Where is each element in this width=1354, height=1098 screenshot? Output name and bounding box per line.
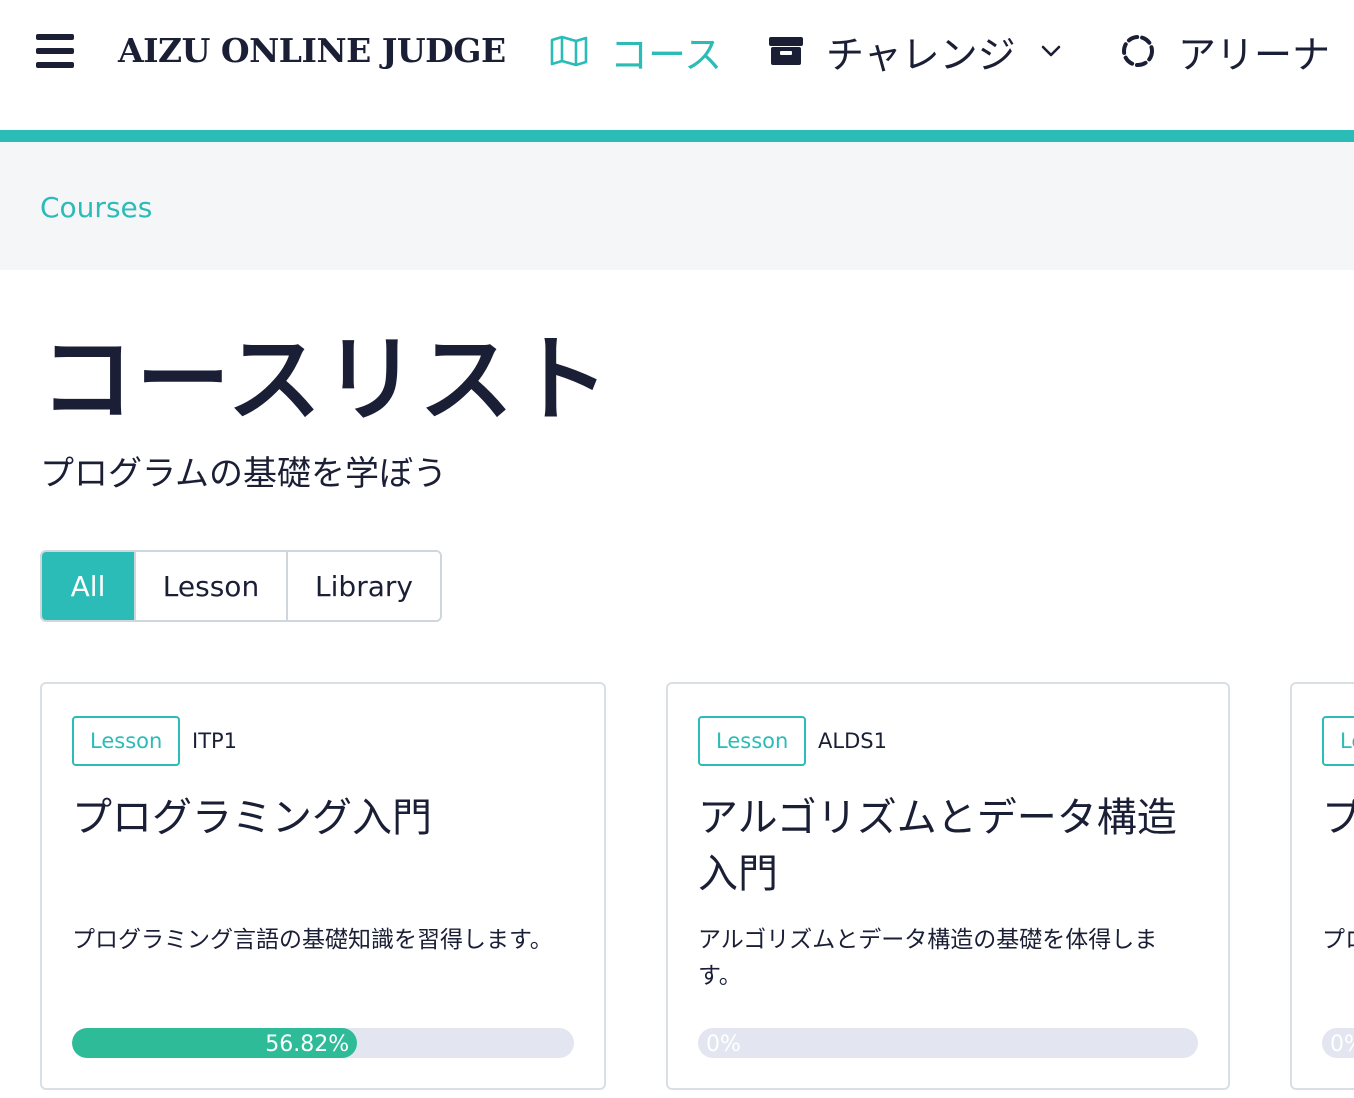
course-filter: All Lesson Library [40, 550, 442, 622]
progress-label: 56.82% [265, 1032, 350, 1057]
course-card[interactable]: Lesson ALDS1 アルゴリズムとデータ構造入門 アルゴリズムとデータ構造… [666, 682, 1230, 1090]
brand-logo[interactable]: AIZU ONLINE JUDGE [118, 28, 506, 74]
navbar-accent-bar [0, 130, 1354, 142]
filter-lesson[interactable]: Lesson [136, 552, 288, 620]
nav-item-courses[interactable]: コース [550, 26, 723, 77]
course-title[interactable]: プ [1322, 790, 1354, 846]
page-title: コースリスト [40, 326, 612, 435]
nav-item-label: チャレンジ [826, 32, 1016, 77]
course-type-tag: Le [1322, 716, 1354, 766]
archive-icon [768, 35, 804, 67]
breadcrumb-courses[interactable]: Courses [40, 188, 152, 228]
filter-library[interactable]: Library [288, 552, 440, 620]
course-description: プロ 得し [1322, 927, 1354, 953]
course-card[interactable]: Lesson ITP1 プログラミング入門 プログラミング言語の基礎知識を習得し… [40, 682, 606, 1090]
filter-all[interactable]: All [42, 552, 136, 620]
page-subtitle: プログラムの基礎を学ぼう [40, 454, 447, 494]
course-description: アルゴリズムとデータ構造の基礎を体得します。 [698, 927, 1158, 989]
progress-label: 0% [706, 1032, 741, 1057]
nav-item-challenge[interactable]: チャレンジ [768, 26, 1062, 77]
progress-label: 0% [1330, 1032, 1354, 1057]
loading-ring-icon [1120, 33, 1156, 69]
course-type-tag: Lesson [72, 716, 181, 766]
hamburger-menu-icon[interactable] [36, 34, 74, 68]
nav-item-label: アリーナ [1178, 32, 1331, 77]
chevron-down-icon [1040, 44, 1062, 58]
course-code: ITP1 [192, 729, 238, 753]
top-navbar: AIZU ONLINE JUDGE コース チャレンジ アリーナ [0, 0, 1354, 130]
nav-item-label: コース [610, 32, 723, 77]
course-progress-bar: 56.82% [72, 1028, 574, 1058]
course-progress-bar: 0% [1322, 1028, 1354, 1058]
breadcrumb-band [0, 142, 1354, 270]
course-progress-bar: 0% [698, 1028, 1198, 1058]
course-title[interactable]: プログラミング入門 [72, 790, 574, 846]
map-icon [550, 35, 588, 67]
nav-item-arena[interactable]: アリーナ [1120, 26, 1331, 77]
course-description: プログラミング言語の基礎知識を習得します。 [72, 927, 553, 953]
course-code: ALDS1 [818, 729, 887, 753]
course-title[interactable]: アルゴリズムとデータ構造入門 [698, 790, 1198, 902]
course-card[interactable]: Le プ プロ 得し 0% [1290, 682, 1354, 1090]
course-type-tag: Lesson [698, 716, 807, 766]
